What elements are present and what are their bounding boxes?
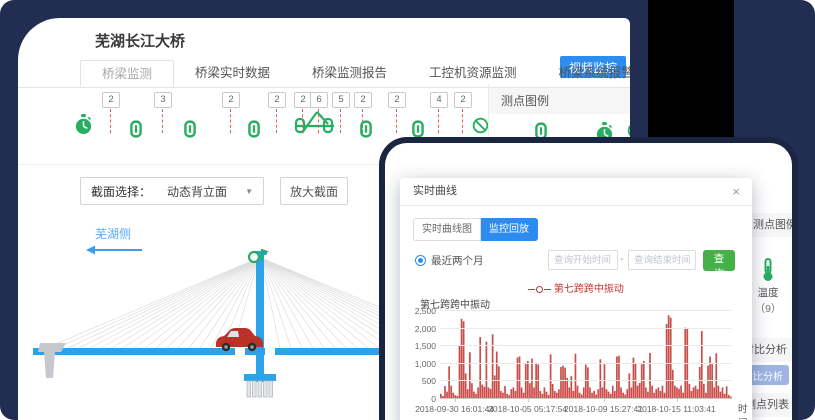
page-title: 芜湖长江大桥 bbox=[95, 30, 185, 51]
sensor-dashed-line bbox=[462, 109, 463, 133]
modal-tab-监控回放[interactable]: 监控回放 bbox=[481, 218, 538, 241]
legend-marker-icon bbox=[528, 289, 535, 290]
link-icon[interactable] bbox=[184, 120, 196, 138]
modal-tab-实时曲线图[interactable]: 实时曲线图 bbox=[413, 218, 481, 241]
modal-title: 实时曲线 bbox=[413, 178, 457, 205]
query-button[interactable]: 查询 bbox=[703, 250, 735, 271]
screen-cutout bbox=[648, 0, 734, 143]
x-tick-mark bbox=[604, 398, 605, 402]
tab-桥梁实时数据[interactable]: 桥梁实时数据 bbox=[174, 60, 291, 87]
sensor-count-box[interactable]: 2 bbox=[268, 92, 286, 108]
ban-icon[interactable] bbox=[472, 117, 489, 134]
link-icon[interactable] bbox=[360, 120, 372, 138]
section-select[interactable]: 截面选择： 动态背立面 ▼ bbox=[80, 177, 264, 205]
link-icon[interactable] bbox=[412, 120, 424, 138]
close-icon[interactable]: × bbox=[732, 178, 740, 205]
sensor-count-box[interactable]: 2 bbox=[354, 92, 372, 108]
section-select-value: 动态背立面 bbox=[167, 183, 227, 200]
x-tick-mark bbox=[455, 398, 456, 402]
query-start-time-input[interactable] bbox=[548, 250, 618, 270]
legend-panel-header: 测点图例 bbox=[489, 88, 630, 114]
sensor-count-box[interactable]: 3 bbox=[154, 92, 172, 108]
legend-panel-title: 测点图例 bbox=[501, 94, 549, 108]
sensor-dashed-line bbox=[230, 109, 231, 133]
x-tick-mark bbox=[677, 398, 678, 402]
sensor-dashed-line bbox=[276, 109, 277, 133]
y-tick-label: 1,500 bbox=[402, 341, 436, 351]
sensor-dashed-line bbox=[162, 109, 163, 133]
bridge-side-label: 芜湖侧 bbox=[95, 225, 131, 242]
gridline bbox=[440, 398, 732, 399]
link-icon bbox=[535, 122, 547, 145]
gridline bbox=[440, 363, 732, 364]
chart-legend-label: 第七跨跨中振动 bbox=[554, 284, 624, 295]
bridge-left-pier bbox=[38, 343, 66, 378]
tab-桥梁监测报告[interactable]: 桥梁监测报告 bbox=[291, 60, 408, 87]
x-tick-mark bbox=[528, 398, 529, 402]
y-tick-label: 2,000 bbox=[402, 324, 436, 334]
section-select-label: 截面选择： bbox=[91, 183, 151, 200]
bg-legend-panel-title: 测点图例 bbox=[753, 219, 792, 231]
gridline bbox=[440, 345, 732, 346]
car bbox=[216, 328, 263, 351]
sensor-count-box[interactable]: 5 bbox=[332, 92, 350, 108]
zoom-section-button[interactable]: 放大截面 bbox=[280, 177, 348, 205]
gridline bbox=[440, 328, 732, 329]
query-end-time-input[interactable] bbox=[628, 250, 696, 270]
y-tick-label: 1,000 bbox=[402, 359, 436, 369]
gridline bbox=[440, 310, 732, 311]
y-tick-label: 500 bbox=[402, 376, 436, 386]
chevron-down-icon: ▼ bbox=[245, 187, 253, 196]
x-tick-label: 2018-09-30 16:01:44 bbox=[415, 404, 494, 414]
sensor-count-box[interactable]: 2 bbox=[388, 92, 406, 108]
chart-plot-area: 2,5002,0001,5001,00050002018-09-30 16:01… bbox=[440, 310, 732, 398]
pylon-icon[interactable] bbox=[294, 109, 336, 137]
sensor-dashed-line bbox=[318, 109, 319, 133]
y-tick-label: 0 bbox=[402, 394, 436, 404]
x-tick-label: 2018-10-09 15:27:41 bbox=[564, 404, 643, 414]
chart-bars bbox=[440, 310, 732, 398]
main-tabs: 桥梁监测桥梁实时数据桥梁监测报告工控机资源监测桥梁系统报警 bbox=[18, 60, 630, 88]
ban-icon bbox=[627, 122, 630, 144]
query-row: 最近两个月 - 查询 bbox=[413, 250, 739, 274]
thermometer-icon bbox=[761, 258, 775, 282]
screen: 芜湖长江大桥 视频监控 桥梁监测桥梁实时数据桥梁监测报告工控机资源监测桥梁系统报… bbox=[0, 0, 815, 420]
sensor-dashed-line bbox=[396, 109, 397, 133]
link-icon[interactable] bbox=[130, 120, 142, 138]
y-tick-label: 2,500 bbox=[402, 306, 436, 316]
x-tick-label: 2018-10-05 05:17:54 bbox=[488, 404, 567, 414]
realtime-curve-modal: 实时曲线 × 实时曲线图监控回放 最近两个月 - 查询 第七跨跨中振动 第七跨跨… bbox=[400, 178, 752, 420]
last-two-months-label: 最近两个月 bbox=[431, 253, 484, 268]
sensor-dashed-line bbox=[438, 109, 439, 133]
chart-legend: 第七跨跨中振动 bbox=[400, 280, 752, 295]
sensor-dashed-line bbox=[110, 109, 111, 133]
tab-桥梁监测[interactable]: 桥梁监测 bbox=[80, 60, 174, 87]
sensor-count-box[interactable]: 4 bbox=[430, 92, 448, 108]
link-icon[interactable] bbox=[248, 120, 260, 138]
gridline bbox=[440, 380, 732, 381]
sensor-count-box[interactable]: 2 bbox=[222, 92, 240, 108]
sensor-count-box[interactable]: 2 bbox=[102, 92, 120, 108]
last-two-months-radio[interactable] bbox=[415, 255, 426, 266]
bridge-tower bbox=[256, 254, 264, 382]
timer-icon[interactable] bbox=[74, 114, 93, 135]
chart-x-axis-title: 时间 bbox=[738, 401, 752, 420]
bridge-tower-pier bbox=[244, 374, 276, 397]
x-tick-label: 2018-10-15 11:03:41 bbox=[637, 404, 715, 414]
sensor-dashed-line bbox=[340, 109, 341, 133]
modal-tabs: 实时曲线图监控回放 bbox=[413, 218, 538, 241]
modal-header: 实时曲线 × bbox=[400, 178, 752, 206]
tab-桥梁系统报警[interactable]: 桥梁系统报警 bbox=[538, 60, 630, 87]
sensor-count-box[interactable]: 2 bbox=[454, 92, 472, 108]
sensor-dashed-line bbox=[302, 109, 303, 133]
tab-工控机资源监测[interactable]: 工控机资源监测 bbox=[408, 60, 538, 87]
sensor-count-box[interactable]: 6 bbox=[310, 92, 328, 108]
date-range-separator: - bbox=[620, 253, 624, 265]
